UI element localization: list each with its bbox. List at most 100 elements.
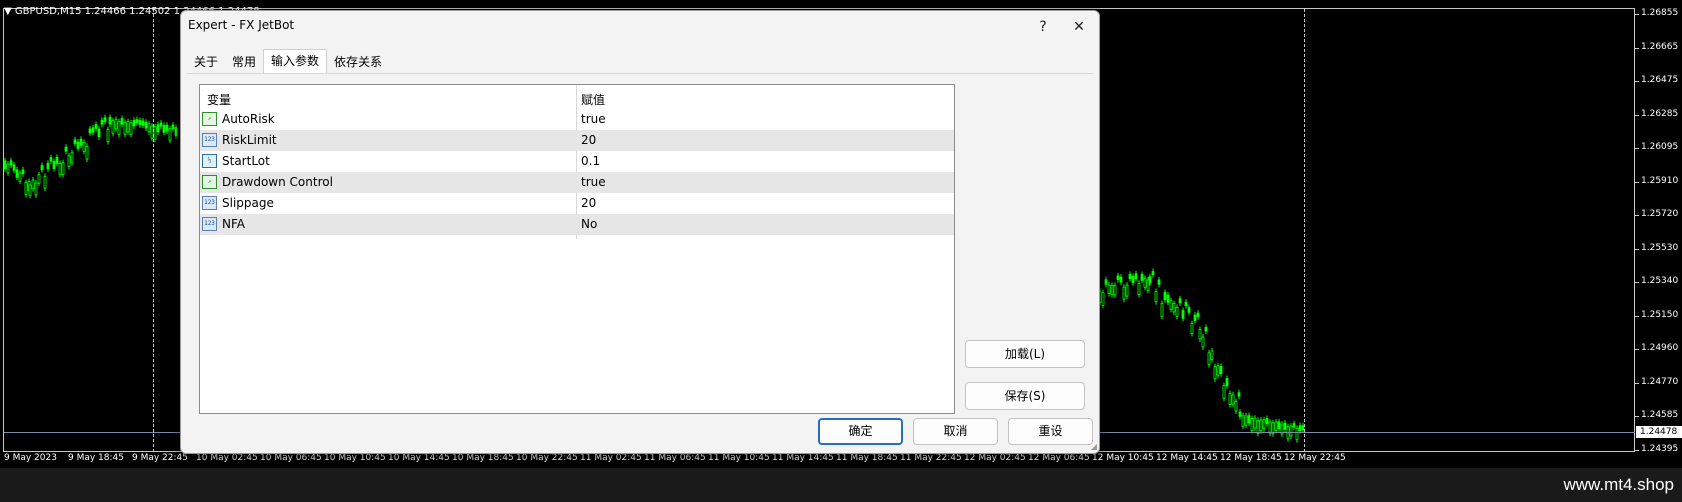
candle-body [1104,279,1108,285]
column-header-variable[interactable]: 变量 [207,91,231,108]
param-name: StartLot [222,154,270,168]
candle-body [117,121,121,135]
param-value[interactable]: No [581,217,597,231]
table-row[interactable]: 123 NFA No [200,214,954,235]
candle-body [120,118,124,125]
price-tick-mark [1635,81,1639,82]
time-tick-label: 9 May 2023 [4,453,57,463]
table-row[interactable]: ↗ Drawdown Control true [200,172,954,193]
candle-body [21,169,25,175]
help-button[interactable]: ? [1029,15,1057,39]
candle-body [1119,276,1123,283]
candle-body [1253,417,1257,429]
param-value[interactable]: true [581,112,606,126]
price-tick-mark [1635,416,1639,417]
param-name: Slippage [222,196,274,210]
price-tick-mark [1635,181,1639,183]
candle-body [1201,336,1205,348]
param-value[interactable]: true [581,175,606,189]
load-button[interactable]: 加载(L) [965,340,1085,368]
time-tick-label: 12 May 14:45 [1156,453,1218,463]
candle-body [1134,273,1138,279]
reset-button[interactable]: 重设 [1008,418,1093,445]
price-tick-label: 1.26665 [1641,41,1679,52]
bool-icon: ↗ [202,112,217,126]
dropdown-triangle-icon[interactable]: ▼ [4,6,12,17]
time-tick-label: 11 May 22:45 [900,453,962,463]
save-button[interactable]: 保存(S) [965,382,1085,410]
time-tick-label: 12 May 18:45 [1220,453,1282,463]
period-separator [1304,9,1305,452]
expert-properties-dialog: Expert - FX JetBot ? ✕ 关于 常用 输入参数 依存关系 变… [180,10,1100,454]
candle-body [3,160,7,170]
price-tick-mark [1635,248,1639,250]
candle-body [100,119,104,125]
candle-body [1204,326,1208,332]
tab-dependencies[interactable]: 依存关系 [327,51,389,73]
candle-body [138,120,142,126]
ok-button[interactable]: 确定 [818,418,903,445]
candle-body [61,162,65,175]
candle-body [1175,306,1179,317]
candle-body [1265,418,1269,425]
candle-body [76,141,80,149]
price-tick-label: 1.26475 [1641,75,1679,85]
column-header-value[interactable]: 赋值 [581,91,605,108]
candle-body [43,175,47,189]
time-tick-label: 12 May 02:45 [964,453,1026,463]
param-value[interactable]: 20 [581,133,596,147]
param-value[interactable]: 0.1 [581,154,600,168]
candle-body [1113,284,1117,296]
candle-body [123,121,127,135]
candle-body [1178,298,1182,304]
param-name: NFA [222,217,245,231]
price-tick-mark [1635,349,1639,350]
candle-body [9,160,13,166]
price-tick-label: 1.24960 [1641,343,1679,353]
close-button[interactable]: ✕ [1065,15,1093,39]
table-row[interactable]: ½ StartLot 0.1 [200,151,954,172]
candle-body [88,128,92,134]
param-name: RiskLimit [222,133,277,147]
time-tick-label: 10 May 22:45 [516,453,578,463]
candle-body [46,162,50,170]
table-row[interactable]: 123 Slippage 20 [200,193,954,214]
candle-body [67,155,71,167]
candle-body [31,179,35,190]
candle-body [1163,292,1167,300]
candle-body [1190,323,1194,334]
param-value[interactable]: 20 [581,196,596,210]
candle-body [1277,421,1281,430]
resize-grip-icon[interactable]: ◢ [1091,442,1097,451]
candle-body [64,146,68,152]
candle-body [1225,378,1229,387]
candle-body [1222,385,1226,399]
candle-body [1160,303,1164,317]
candle-body [141,120,145,126]
cancel-button[interactable]: 取消 [913,418,998,445]
table-row[interactable]: 123 RiskLimit 20 [200,130,954,151]
time-tick-label: 11 May 02:45 [580,453,642,463]
candle-body [1196,312,1200,318]
candle-body [85,145,89,160]
candle-body [111,120,115,134]
candle-body [162,124,166,133]
candle-body [1140,274,1144,281]
tab-inputs[interactable]: 输入参数 [263,49,328,73]
candle-body [1187,307,1191,313]
int-icon: 123 [202,133,217,147]
candle-body [73,139,77,144]
candle-body [171,124,175,130]
candle-body [1101,292,1105,306]
price-tick-label: 1.24395 [1641,443,1679,454]
price-tick-mark [1635,14,1639,15]
candle-body [1107,284,1111,294]
price-tick-label: 1.24585 [1641,410,1679,420]
tab-about[interactable]: 关于 [187,51,225,73]
candle-body [1219,365,1223,375]
int-icon: 123 [202,196,217,210]
table-row[interactable]: ↗ AutoRisk true [200,109,954,130]
candle-body [159,122,163,127]
tab-common[interactable]: 常用 [225,51,263,73]
candle-body [1283,422,1287,430]
